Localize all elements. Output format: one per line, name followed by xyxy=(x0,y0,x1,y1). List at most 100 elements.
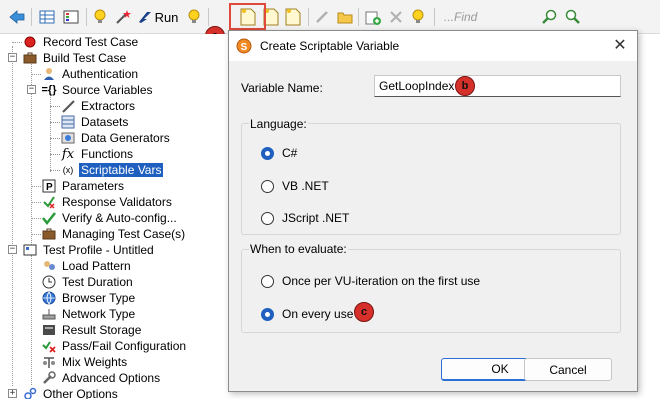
tree-item-label: Test Duration xyxy=(62,275,133,289)
callout-b: b xyxy=(455,76,475,96)
tree-item-response-validators[interactable]: Response Validators xyxy=(41,194,174,210)
load-pattern-icon xyxy=(41,258,57,274)
find-box[interactable]: ...Find xyxy=(444,10,477,24)
create-js-variable-button[interactable] xyxy=(284,6,302,28)
toolbar-separator xyxy=(308,8,309,26)
expand-collapse-toggle[interactable]: − xyxy=(8,53,17,62)
variable-x-icon: (x) xyxy=(62,165,74,175)
close-icon[interactable]: ✕ xyxy=(611,37,629,55)
tree-connector xyxy=(31,234,41,235)
list-view-icon[interactable] xyxy=(62,6,80,28)
run-icon xyxy=(138,12,151,23)
tree-item-label: Data Generators xyxy=(81,131,170,145)
radio-button[interactable] xyxy=(261,179,274,193)
tree-item-verify-auto-config[interactable]: Verify & Auto-config... xyxy=(41,210,179,226)
run-button[interactable]: Run xyxy=(136,6,180,28)
tree-item-label: Parameters xyxy=(62,179,125,193)
radio-once-per-iteration[interactable]: Once per VU-iteration on the first use xyxy=(261,274,480,288)
tree-item-label: Load Pattern xyxy=(62,259,131,273)
tree-item-result-storage[interactable]: Result Storage xyxy=(41,322,143,338)
generator-icon xyxy=(60,130,76,146)
tree-item-label: Functions xyxy=(81,147,134,161)
tree-item-build-test-case[interactable]: Build Test Case xyxy=(22,50,128,66)
expand-collapse-toggle[interactable]: − xyxy=(27,85,36,94)
tree-item-test-duration[interactable]: Test Duration xyxy=(41,274,135,290)
run-label: Run xyxy=(154,9,179,25)
tree-item-managing-test-cases[interactable]: Managing Test Case(s) xyxy=(41,226,187,242)
pencil-icon[interactable] xyxy=(314,6,330,28)
svg-text:P: P xyxy=(46,182,53,193)
tree-connector xyxy=(31,74,41,75)
lightbulb-icon[interactable] xyxy=(92,6,108,28)
tree-item-functions[interactable]: fx Functions xyxy=(60,146,135,162)
tree-item-datasets[interactable]: Datasets xyxy=(60,114,130,130)
tree-item-authentication[interactable]: Authentication xyxy=(41,66,140,82)
magic-wand-icon[interactable] xyxy=(114,6,132,28)
network-icon xyxy=(41,306,57,322)
lightbulb-icon[interactable] xyxy=(410,6,426,28)
tree-item-scriptable-vars[interactable]: (x) Scriptable Vars xyxy=(60,162,164,178)
dialog-title: Create Scriptable Variable xyxy=(260,39,400,53)
add-item-icon[interactable] xyxy=(364,6,382,28)
folder-open-icon[interactable] xyxy=(336,6,354,28)
tree-item-label: Datasets xyxy=(81,115,129,129)
tree-item-label: Result Storage xyxy=(62,323,142,337)
radio-label: VB .NET xyxy=(282,179,329,193)
radio-on-every-use[interactable]: On every use xyxy=(261,307,353,321)
tree-item-label: Verify & Auto-config... xyxy=(62,211,177,225)
language-group-label: Language: xyxy=(249,117,308,131)
tree-item-label: Pass/Fail Configuration xyxy=(62,339,187,353)
tree-item-label: Managing Test Case(s) xyxy=(62,227,186,241)
tree-item-test-profile[interactable]: Test Profile - Untitled xyxy=(22,242,156,258)
find-next-icon[interactable] xyxy=(564,6,582,28)
cancel-button[interactable]: Cancel xyxy=(524,358,612,381)
tree-item-advanced-options[interactable]: Advanced Options xyxy=(41,370,162,386)
options-icon xyxy=(22,386,38,399)
tree-item-label: Build Test Case xyxy=(43,51,127,65)
expand-collapse-toggle[interactable]: + xyxy=(8,389,17,398)
tree-item-network-type[interactable]: Network Type xyxy=(41,306,137,322)
radio-label: On every use xyxy=(282,307,354,321)
radio-label: C# xyxy=(282,146,298,160)
function-icon: fx xyxy=(61,146,75,162)
main-toolbar: Run ...Find xyxy=(0,0,660,34)
tree-item-other-options[interactable]: Other Options xyxy=(22,386,120,399)
tree-item-extractors[interactable]: Extractors xyxy=(60,98,137,114)
tree-item-source-variables[interactable]: ={} Source Variables xyxy=(41,82,155,98)
radio-csharp[interactable]: C# xyxy=(261,146,297,160)
tree-item-pass-fail-configuration[interactable]: Pass/Fail Configuration xyxy=(41,338,188,354)
tree-item-label: Browser Type xyxy=(62,291,136,305)
weights-icon xyxy=(41,354,57,370)
tree-item-browser-type[interactable]: Browser Type xyxy=(41,290,137,306)
grid-view-icon[interactable] xyxy=(38,6,56,28)
tree-item-mix-weights[interactable]: Mix Weights xyxy=(41,354,129,370)
back-arrow-icon[interactable] xyxy=(8,6,26,28)
variable-name-label: Variable Name: xyxy=(241,81,323,95)
tree-connector xyxy=(12,42,22,43)
radio-jscript-net[interactable]: JScript .NET xyxy=(261,211,349,225)
tree-item-parameters[interactable]: P Parameters xyxy=(41,178,126,194)
expand-collapse-toggle[interactable]: − xyxy=(8,245,17,254)
tree-item-label: Authentication xyxy=(62,67,139,81)
radio-label: JScript .NET xyxy=(282,211,350,225)
lightbulb-icon[interactable] xyxy=(186,6,202,28)
check-icon xyxy=(41,210,57,226)
tree-item-record-test-case[interactable]: Record Test Case xyxy=(22,34,140,50)
radio-label: Once per VU-iteration on the first use xyxy=(282,274,481,288)
tree-item-load-pattern[interactable]: Load Pattern xyxy=(41,258,133,274)
find-previous-icon[interactable] xyxy=(540,6,558,28)
highlight-box xyxy=(229,3,266,30)
dialog-title-bar: S Create Scriptable Variable ✕ xyxy=(229,31,637,61)
tree-item-label: Other Options xyxy=(43,387,118,399)
tree-connector xyxy=(50,138,60,139)
tree-connector xyxy=(50,106,60,107)
radio-vb-net[interactable]: VB .NET xyxy=(261,179,329,193)
radio-button[interactable] xyxy=(261,211,274,225)
delete-icon[interactable] xyxy=(388,6,404,28)
radio-button[interactable] xyxy=(261,307,274,321)
tree-item-data-generators[interactable]: Data Generators xyxy=(60,130,172,146)
radio-button[interactable] xyxy=(261,146,274,160)
wrench-icon xyxy=(41,370,57,386)
radio-button[interactable] xyxy=(261,274,274,288)
variable-name-input[interactable]: GetLoopIndex xyxy=(374,75,621,97)
